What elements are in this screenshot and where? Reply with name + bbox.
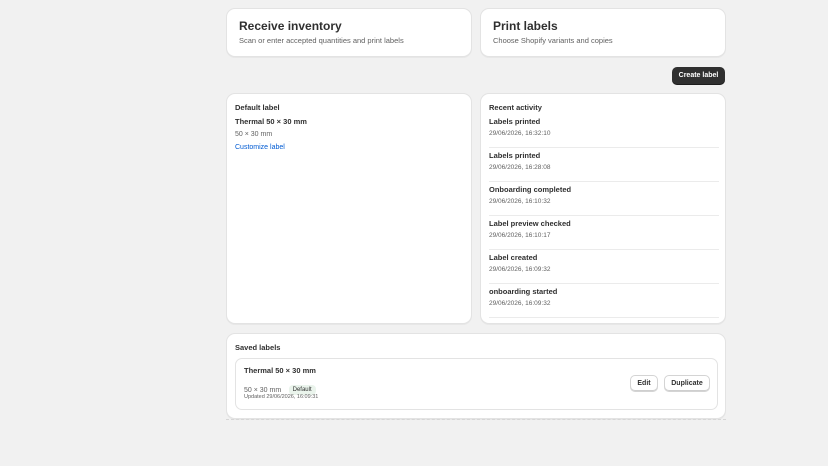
page: Receive inventory Scan or enter accepted… (0, 0, 828, 466)
activity-time: 29/06/2026, 16:09:32 (489, 300, 551, 307)
duplicate-button[interactable]: Duplicate (664, 375, 710, 392)
activity-title: Label created (489, 253, 538, 262)
activity-time: 29/06/2026, 16:32:10 (489, 130, 551, 137)
recent-activity-card: Recent activity Labels printed 29/06/202… (480, 93, 726, 324)
activity-time: 29/06/2026, 16:28:08 (489, 164, 551, 171)
activity-title: Label preview checked (489, 219, 571, 228)
saved-labels-card: Saved labels Thermal 50 × 30 mm 50 × 30 … (226, 333, 726, 419)
activity-time: 29/06/2026, 16:10:32 (489, 198, 551, 205)
edit-button[interactable]: Edit (630, 375, 658, 392)
activity-title: Onboarding completed (489, 185, 572, 194)
default-label-heading: Default label (235, 103, 280, 112)
customize-label-link[interactable]: Customize label (235, 143, 285, 153)
divider (226, 419, 726, 420)
default-label-name: Thermal 50 × 30 mm (235, 117, 307, 126)
activity-item: Labels printed 29/06/2026, 16:32:10 (489, 114, 719, 148)
saved-label-row: Thermal 50 × 30 mm 50 × 30 mm Default Up… (235, 358, 718, 410)
create-label-button[interactable]: Create label (672, 67, 725, 85)
activity-title: onboarding started (489, 287, 558, 296)
activity-time: 29/06/2026, 16:09:32 (489, 266, 551, 273)
default-label-card: Default label Thermal 50 × 30 mm 50 × 30… (226, 93, 472, 324)
activity-item: Label created 29/06/2026, 16:09:32 (489, 250, 719, 284)
print-labels-subtitle: Choose Shopify variants and copies (493, 36, 613, 45)
recent-activity-heading: Recent activity (489, 103, 542, 112)
receive-inventory-subtitle: Scan or enter accepted quantities and pr… (239, 36, 404, 45)
receive-inventory-title: Receive inventory (239, 19, 342, 33)
activity-title: Labels printed (489, 151, 541, 160)
activity-item: Labels printed 29/06/2026, 16:28:08 (489, 148, 719, 182)
activity-item: Onboarding completed 29/06/2026, 16:10:3… (489, 182, 719, 216)
saved-label-name: Thermal 50 × 30 mm (244, 366, 316, 375)
saved-label-updated: Updated 29/06/2026, 16:09:31 (244, 394, 319, 400)
activity-time: 29/06/2026, 16:10:17 (489, 232, 551, 239)
activity-title: Labels printed (489, 117, 541, 126)
activity-item: Label preview checked 29/06/2026, 16:10:… (489, 216, 719, 250)
receive-inventory-card[interactable]: Receive inventory Scan or enter accepted… (226, 8, 472, 57)
print-labels-card[interactable]: Print labels Choose Shopify variants and… (480, 8, 726, 57)
saved-labels-heading: Saved labels (235, 343, 281, 352)
print-labels-title: Print labels (493, 19, 558, 33)
activity-item: onboarding started 29/06/2026, 16:09:32 (489, 284, 719, 318)
default-label-size: 50 × 30 mm (235, 131, 273, 138)
